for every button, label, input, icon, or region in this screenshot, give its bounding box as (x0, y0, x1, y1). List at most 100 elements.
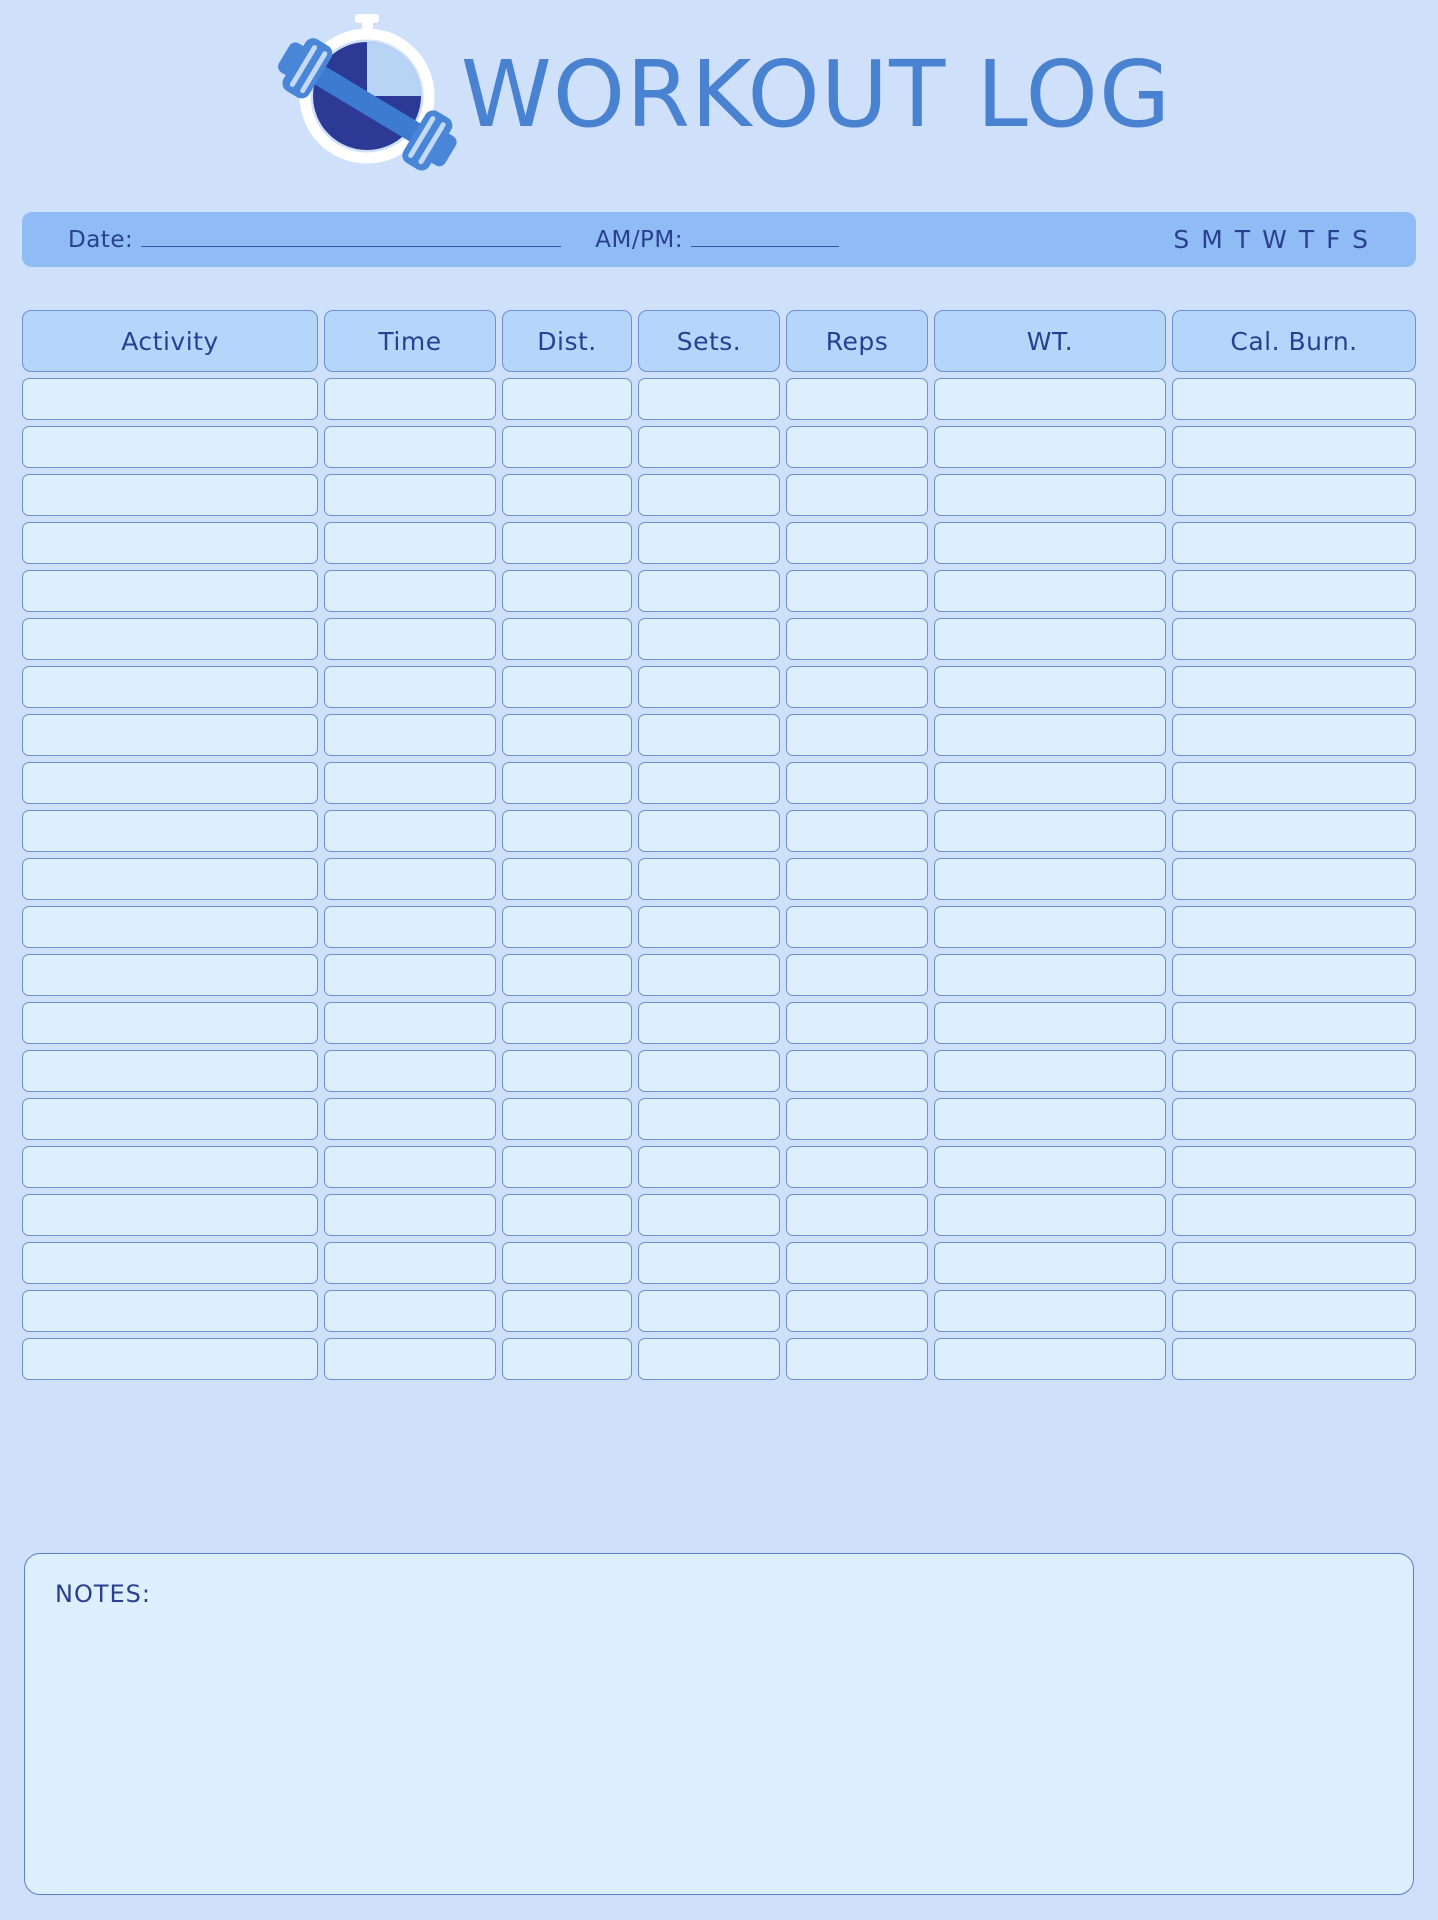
cell-activity[interactable] (22, 1338, 318, 1380)
cell-sets[interactable] (638, 666, 780, 708)
cell-reps[interactable] (786, 570, 928, 612)
cell-wt[interactable] (934, 1050, 1166, 1092)
cell-wt[interactable] (934, 378, 1166, 420)
cell-cal-burn[interactable] (1172, 858, 1416, 900)
cell-reps[interactable] (786, 810, 928, 852)
cell-wt[interactable] (934, 474, 1166, 516)
cell-dist[interactable] (502, 954, 632, 996)
cell-dist[interactable] (502, 618, 632, 660)
cell-time[interactable] (324, 1002, 496, 1044)
cell-sets[interactable] (638, 618, 780, 660)
cell-activity[interactable] (22, 570, 318, 612)
cell-dist[interactable] (502, 762, 632, 804)
day-option-su[interactable]: S (1173, 225, 1201, 254)
cell-sets[interactable] (638, 1146, 780, 1188)
cell-time[interactable] (324, 1338, 496, 1380)
cell-sets[interactable] (638, 1338, 780, 1380)
cell-dist[interactable] (502, 1098, 632, 1140)
cell-wt[interactable] (934, 618, 1166, 660)
cell-dist[interactable] (502, 714, 632, 756)
cell-sets[interactable] (638, 1050, 780, 1092)
cell-time[interactable] (324, 570, 496, 612)
cell-cal-burn[interactable] (1172, 426, 1416, 468)
cell-time[interactable] (324, 666, 496, 708)
cell-cal-burn[interactable] (1172, 474, 1416, 516)
cell-activity[interactable] (22, 618, 318, 660)
cell-activity[interactable] (22, 1194, 318, 1236)
cell-reps[interactable] (786, 1146, 928, 1188)
cell-dist[interactable] (502, 1146, 632, 1188)
cell-sets[interactable] (638, 810, 780, 852)
cell-sets[interactable] (638, 762, 780, 804)
cell-time[interactable] (324, 1146, 496, 1188)
cell-reps[interactable] (786, 1242, 928, 1284)
cell-reps[interactable] (786, 666, 928, 708)
cell-wt[interactable] (934, 1098, 1166, 1140)
cell-reps[interactable] (786, 1050, 928, 1092)
day-option-sa[interactable]: S (1352, 225, 1380, 254)
cell-time[interactable] (324, 906, 496, 948)
cell-dist[interactable] (502, 1242, 632, 1284)
day-of-week-selector[interactable]: SMTWTFS (1173, 225, 1390, 254)
cell-time[interactable] (324, 522, 496, 564)
cell-sets[interactable] (638, 570, 780, 612)
cell-wt[interactable] (934, 666, 1166, 708)
cell-cal-burn[interactable] (1172, 1290, 1416, 1332)
cell-time[interactable] (324, 426, 496, 468)
cell-reps[interactable] (786, 1290, 928, 1332)
cell-dist[interactable] (502, 1002, 632, 1044)
cell-cal-burn[interactable] (1172, 1050, 1416, 1092)
cell-cal-burn[interactable] (1172, 618, 1416, 660)
cell-sets[interactable] (638, 954, 780, 996)
day-option-tu[interactable]: T (1235, 225, 1262, 254)
cell-dist[interactable] (502, 906, 632, 948)
cell-time[interactable] (324, 954, 496, 996)
cell-wt[interactable] (934, 1002, 1166, 1044)
cell-activity[interactable] (22, 1050, 318, 1092)
cell-activity[interactable] (22, 474, 318, 516)
cell-time[interactable] (324, 1290, 496, 1332)
cell-sets[interactable] (638, 378, 780, 420)
cell-wt[interactable] (934, 1146, 1166, 1188)
cell-reps[interactable] (786, 954, 928, 996)
cell-cal-burn[interactable] (1172, 954, 1416, 996)
cell-cal-burn[interactable] (1172, 714, 1416, 756)
cell-cal-burn[interactable] (1172, 810, 1416, 852)
cell-dist[interactable] (502, 1290, 632, 1332)
cell-cal-burn[interactable] (1172, 1002, 1416, 1044)
cell-time[interactable] (324, 714, 496, 756)
cell-activity[interactable] (22, 1002, 318, 1044)
cell-reps[interactable] (786, 1002, 928, 1044)
cell-time[interactable] (324, 474, 496, 516)
cell-sets[interactable] (638, 1242, 780, 1284)
cell-dist[interactable] (502, 666, 632, 708)
cell-reps[interactable] (786, 1338, 928, 1380)
cell-sets[interactable] (638, 1098, 780, 1140)
cell-wt[interactable] (934, 714, 1166, 756)
cell-cal-burn[interactable] (1172, 1194, 1416, 1236)
cell-dist[interactable] (502, 1194, 632, 1236)
cell-activity[interactable] (22, 1242, 318, 1284)
cell-time[interactable] (324, 1194, 496, 1236)
cell-sets[interactable] (638, 714, 780, 756)
cell-cal-burn[interactable] (1172, 522, 1416, 564)
cell-activity[interactable] (22, 426, 318, 468)
cell-time[interactable] (324, 762, 496, 804)
cell-wt[interactable] (934, 906, 1166, 948)
cell-sets[interactable] (638, 426, 780, 468)
cell-dist[interactable] (502, 570, 632, 612)
cell-reps[interactable] (786, 474, 928, 516)
cell-cal-burn[interactable] (1172, 1098, 1416, 1140)
cell-wt[interactable] (934, 426, 1166, 468)
cell-time[interactable] (324, 810, 496, 852)
cell-wt[interactable] (934, 1242, 1166, 1284)
cell-cal-burn[interactable] (1172, 762, 1416, 804)
day-option-fr[interactable]: F (1326, 225, 1352, 254)
cell-sets[interactable] (638, 522, 780, 564)
notes-box[interactable]: NOTES: (24, 1553, 1414, 1895)
cell-time[interactable] (324, 618, 496, 660)
date-field[interactable]: Date: (68, 227, 562, 253)
cell-wt[interactable] (934, 810, 1166, 852)
cell-cal-burn[interactable] (1172, 1146, 1416, 1188)
cell-dist[interactable] (502, 378, 632, 420)
